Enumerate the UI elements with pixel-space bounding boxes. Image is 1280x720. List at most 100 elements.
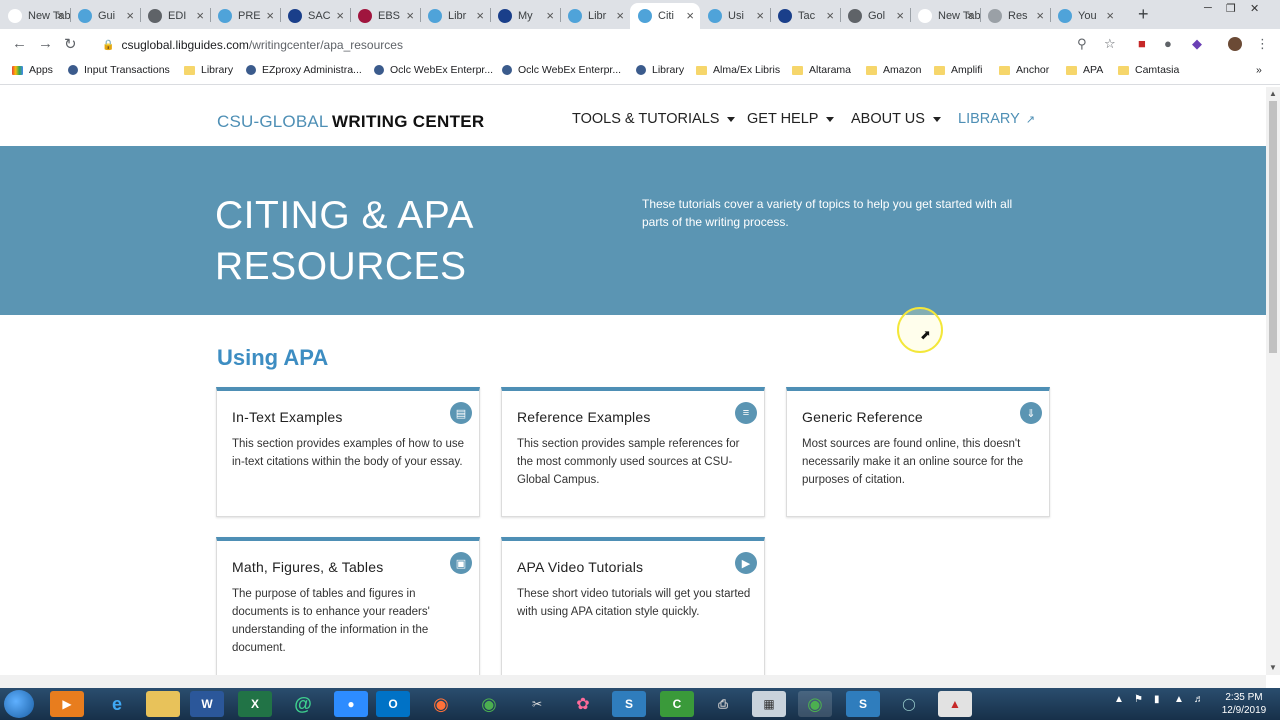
bookmark-item[interactable]: EZproxy Administra... xyxy=(246,64,362,76)
camtasia-icon[interactable]: C xyxy=(660,691,694,717)
extension-icon[interactable]: ● xyxy=(1164,36,1172,51)
brand-writing-center[interactable]: WRITING CENTER xyxy=(332,112,484,132)
browser-tab[interactable]: Usi × xyxy=(700,3,770,29)
browser-tab[interactable]: PRE × xyxy=(210,3,280,29)
bookmark-item[interactable]: Amazon xyxy=(866,64,922,76)
browser-tab[interactable]: New Tab × xyxy=(0,3,70,29)
close-tab-icon[interactable]: × xyxy=(56,8,64,23)
browser-tab[interactable]: EDI × xyxy=(140,3,210,29)
close-tab-icon[interactable]: × xyxy=(1106,8,1114,23)
volume-icon[interactable]: ♬ xyxy=(1194,694,1204,705)
close-tab-icon[interactable]: × xyxy=(266,8,274,23)
close-tab-icon[interactable]: × xyxy=(826,8,834,23)
bookmark-item[interactable]: Library xyxy=(636,64,684,76)
network-icon[interactable]: ▲ xyxy=(1174,694,1184,705)
pdf-extension-icon[interactable]: ■ xyxy=(1138,36,1146,51)
vertical-scrollbar[interactable]: ▲ ▼ xyxy=(1266,87,1280,675)
system-clock[interactable]: 2:35 PM 12/9/2019 xyxy=(1214,691,1274,717)
brand-csu-global[interactable]: CSU-GLOBAL xyxy=(217,112,329,132)
acrobat-icon[interactable]: ▲ xyxy=(938,691,972,717)
bookmark-item[interactable]: Camtasia xyxy=(1118,64,1179,76)
close-tab-icon[interactable]: × xyxy=(476,8,484,23)
close-tab-icon[interactable]: × xyxy=(896,8,904,23)
menu-icon[interactable]: ⋮ xyxy=(1256,36,1269,52)
zoom-app-icon[interactable]: ● xyxy=(334,691,368,717)
browser-tab[interactable]: Libr × xyxy=(420,3,490,29)
close-tab-icon[interactable]: × xyxy=(126,8,134,23)
word-icon[interactable]: W xyxy=(190,691,224,717)
nav-library[interactable]: LIBRARY ↗ xyxy=(958,111,1035,127)
zoom-icon[interactable]: ⚲ xyxy=(1077,36,1087,52)
close-tab-icon[interactable]: × xyxy=(546,8,554,23)
nav-tools-tutorials[interactable]: TOOLS & TUTORIALS xyxy=(572,111,736,127)
scrollbar-thumb[interactable] xyxy=(1269,101,1277,353)
restore-button[interactable]: ❐ xyxy=(1226,2,1236,15)
internet-explorer-icon[interactable]: e xyxy=(100,691,134,717)
card-reference-examples[interactable]: Reference Examples ≡ This section provid… xyxy=(501,387,765,517)
bookmark-item[interactable]: Anchor xyxy=(999,64,1049,76)
snagit-editor-icon[interactable]: S xyxy=(846,691,880,717)
chrome-active-icon[interactable]: ◉ xyxy=(798,691,832,717)
new-tab-button[interactable]: + xyxy=(1138,4,1149,25)
nav-about-us[interactable]: ABOUT US xyxy=(851,111,941,127)
nav-get-help[interactable]: GET HELP xyxy=(747,111,835,127)
minimize-button[interactable]: ─ xyxy=(1204,2,1212,14)
printer-icon[interactable]: ⎙ xyxy=(706,691,740,717)
card-apa-video-tutorials[interactable]: APA Video Tutorials ▶ These short video … xyxy=(501,537,765,675)
close-tab-icon[interactable]: × xyxy=(196,8,204,23)
paint-icon[interactable]: ✿ xyxy=(566,691,600,717)
media-player-icon[interactable]: ▶ xyxy=(50,691,84,717)
card-math-figures-tables[interactable]: Math, Figures, & Tables ▣ The purpose of… xyxy=(216,537,480,675)
bookmark-item[interactable]: Oclc WebEx Enterpr... xyxy=(374,64,493,76)
snipping-tool-icon[interactable]: ✂ xyxy=(520,691,554,717)
browser-tab[interactable]: EBS × xyxy=(350,3,420,29)
browser-tab[interactable]: Gol × xyxy=(840,3,910,29)
browser-tab[interactable]: Gui × xyxy=(70,3,140,29)
file-explorer-icon[interactable] xyxy=(146,691,180,717)
address-bar[interactable]: 🔒 csuglobal.libguides.com /writingcenter… xyxy=(94,34,1128,56)
profile-avatar[interactable] xyxy=(1228,37,1242,51)
close-tab-icon[interactable]: × xyxy=(1036,8,1044,23)
excel-icon[interactable]: X xyxy=(238,691,272,717)
browser-tab[interactable]: You × xyxy=(1050,3,1120,29)
bookmark-item[interactable]: APA xyxy=(1066,64,1103,76)
card-in-text-examples[interactable]: In-Text Examples ▤ This section provides… xyxy=(216,387,480,517)
bookmark-item[interactable]: Altarama xyxy=(792,64,851,76)
close-tab-icon[interactable]: × xyxy=(756,8,764,23)
close-tab-icon[interactable]: × xyxy=(686,8,694,23)
bookmark-item[interactable]: Oclc WebEx Enterpr... xyxy=(502,64,621,76)
browser-tab[interactable]: SAC × xyxy=(280,3,350,29)
calculator-icon[interactable]: ▦ xyxy=(752,691,786,717)
bookmark-item[interactable]: Amplifi xyxy=(934,64,983,76)
card-generic-reference[interactable]: Generic Reference ⇓ Most sources are fou… xyxy=(786,387,1050,517)
browser-tab[interactable]: Libr × xyxy=(560,3,630,29)
more-bookmarks-icon[interactable]: » xyxy=(1256,64,1262,76)
reload-icon[interactable]: ↻ xyxy=(64,35,77,53)
horizontal-scrollbar[interactable] xyxy=(0,675,1266,688)
start-button[interactable] xyxy=(4,690,34,718)
extension-2-icon[interactable]: ◆ xyxy=(1192,36,1202,52)
back-icon[interactable]: ← xyxy=(12,35,27,52)
bookmark-item[interactable]: Apps xyxy=(12,64,53,76)
browser-tab[interactable]: My × xyxy=(490,3,560,29)
forward-icon[interactable]: → xyxy=(38,35,53,52)
tray-overflow-icon[interactable]: ▲ xyxy=(1114,694,1124,705)
flag-icon[interactable]: ⚑ xyxy=(1134,694,1143,705)
bookmark-item[interactable]: Alma/Ex Libris xyxy=(696,64,780,76)
scroll-down-icon[interactable]: ▼ xyxy=(1269,663,1277,672)
close-tab-icon[interactable]: × xyxy=(966,8,974,23)
close-tab-icon[interactable]: × xyxy=(616,8,624,23)
recorder-icon[interactable]: ◯ xyxy=(892,691,926,717)
scroll-up-icon[interactable]: ▲ xyxy=(1269,89,1277,98)
close-window-button[interactable]: ✕ xyxy=(1250,2,1259,15)
browser-tab[interactable]: Citi × xyxy=(630,3,700,29)
battery-icon[interactable]: ▮ xyxy=(1154,694,1160,705)
firefox-icon[interactable]: ◉ xyxy=(424,691,458,717)
browser-tab[interactable]: Tac × xyxy=(770,3,840,29)
bookmark-star-icon[interactable]: ☆ xyxy=(1104,36,1116,52)
bookmark-item[interactable]: Library xyxy=(184,64,233,76)
close-tab-icon[interactable]: × xyxy=(336,8,344,23)
chrome-icon[interactable]: ◉ xyxy=(472,691,506,717)
browser-tab[interactable]: New Tab × xyxy=(910,3,980,29)
snagit-icon[interactable]: S xyxy=(612,691,646,717)
